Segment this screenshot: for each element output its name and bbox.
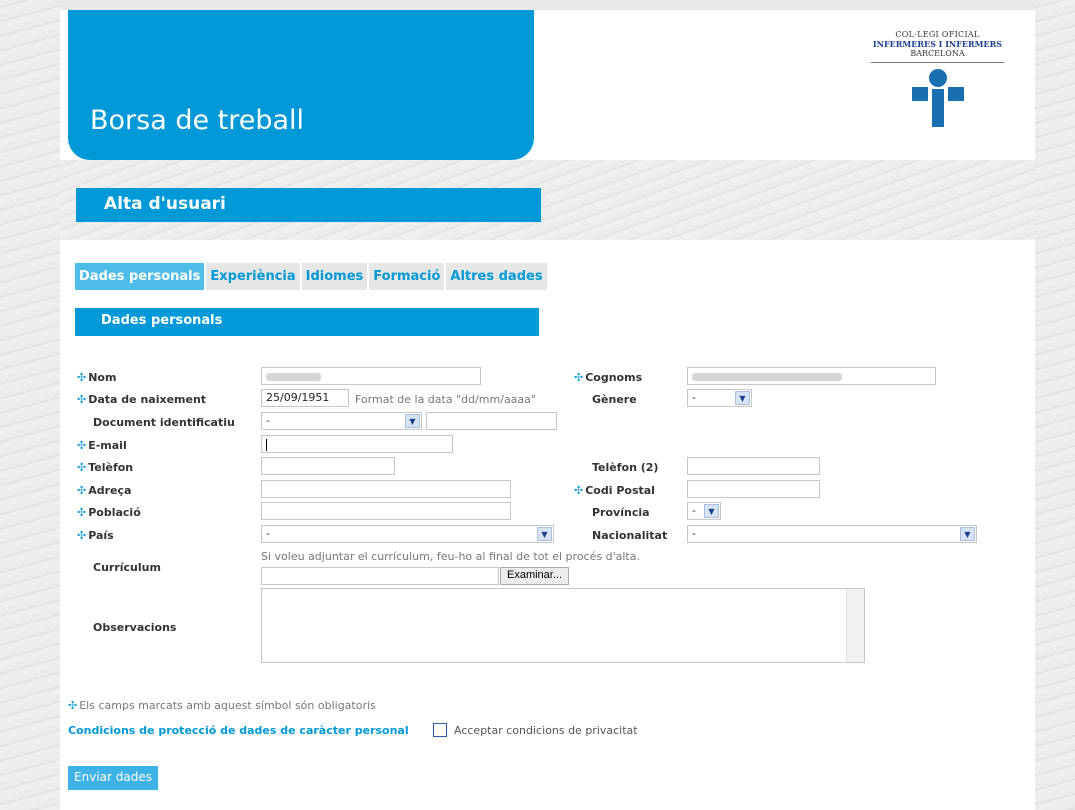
tab-dades-personals[interactable]: Dades personals xyxy=(75,263,205,290)
genere-select[interactable]: - ▼ xyxy=(687,389,752,407)
tab-altres-dades[interactable]: Altres dades xyxy=(446,263,547,290)
observacions-textarea[interactable] xyxy=(261,588,865,663)
tab-experiencia[interactable]: Experiència xyxy=(206,263,300,290)
required-marker-icon: ✣ xyxy=(77,393,87,406)
codi-postal-label: ✣ Codi Postal xyxy=(574,484,655,497)
logo-line1: COL·LEGI OFICIAL xyxy=(895,30,980,39)
chevron-down-icon: ▼ xyxy=(704,504,719,518)
cognoms-label: ✣ Cognoms xyxy=(574,371,643,384)
poblacio-label: ✣ Població xyxy=(77,506,141,519)
cognoms-input[interactable] xyxy=(687,367,936,385)
required-marker-icon: ✣ xyxy=(574,484,584,497)
tab-bar: Dades personals Experiència Idiomes Form… xyxy=(75,263,547,290)
section-title: Dades personals xyxy=(75,308,539,336)
telefon2-label: Telèfon (2) xyxy=(592,461,659,474)
email-field[interactable] xyxy=(261,435,453,453)
background-right xyxy=(1035,0,1075,810)
required-marker-icon: ✣ xyxy=(77,461,87,474)
required-marker-icon: ✣ xyxy=(68,699,78,712)
curriculum-label: Currículum xyxy=(93,561,161,574)
genere-label: Gènere xyxy=(592,393,637,406)
browse-button[interactable]: Examinar... xyxy=(500,567,570,585)
chevron-down-icon: ▼ xyxy=(405,414,420,428)
data-naixement-label: ✣ Data de naixement xyxy=(77,393,207,406)
chevron-down-icon: ▼ xyxy=(735,391,750,405)
telefon2-input[interactable] xyxy=(687,457,820,475)
banner: Borsa de treball xyxy=(68,10,534,160)
required-marker-icon: ✣ xyxy=(77,529,87,542)
logo-rule xyxy=(871,62,1004,63)
telefon-input[interactable] xyxy=(261,457,395,475)
pais-label: ✣ País xyxy=(77,529,114,542)
required-note: ✣ Els camps marcats amb aquest símbol són… xyxy=(68,699,376,712)
date-format-hint: Format de la data "dd/mm/aaaa" xyxy=(355,393,536,406)
logo-line2: INFERMERES I INFERMERS xyxy=(872,39,1003,49)
required-marker-icon: ✣ xyxy=(77,484,87,497)
tab-formacio[interactable]: Formació xyxy=(369,263,445,290)
nom-label: ✣ Nom xyxy=(77,371,117,384)
privacy-checkbox-label[interactable]: Acceptar condicions de privacitat xyxy=(454,724,638,737)
submit-button[interactable]: Enviar dades xyxy=(68,766,158,790)
adreca-label: ✣ Adreça xyxy=(77,484,132,497)
codi-postal-input[interactable] xyxy=(687,480,820,498)
chevron-down-icon: ▼ xyxy=(960,527,975,541)
document-number-input[interactable] xyxy=(426,412,557,430)
required-marker-icon: ✣ xyxy=(77,371,87,384)
page-title: Alta d'usuari xyxy=(76,188,541,222)
data-naixement-input[interactable]: 25/09/1951 xyxy=(261,389,349,407)
poblacio-input[interactable] xyxy=(261,502,511,520)
tab-idiomes[interactable]: Idiomes xyxy=(301,263,368,290)
required-marker-icon: ✣ xyxy=(574,371,584,384)
email-label: ✣ E-mail xyxy=(77,439,127,452)
nacionalitat-select[interactable]: - ▼ xyxy=(687,525,977,543)
logo-line3: BARCELONA xyxy=(910,49,965,58)
textarea-scrollbar[interactable] xyxy=(846,589,864,662)
provincia-select[interactable]: - ▼ xyxy=(687,502,721,520)
background-left xyxy=(0,0,60,810)
privacy-checkbox[interactable] xyxy=(433,723,447,737)
pais-select[interactable]: - ▼ xyxy=(261,525,554,543)
page: Borsa de treball COL·LEGI OFICIAL INFERM… xyxy=(60,10,1035,810)
provincia-label: Província xyxy=(592,506,650,519)
college-logo[interactable]: COL·LEGI OFICIAL INFERMERES I INFERMERS … xyxy=(865,30,1010,129)
observacions-label: Observacions xyxy=(93,621,177,634)
header: Borsa de treball COL·LEGI OFICIAL INFERM… xyxy=(60,10,1035,160)
document-type-select[interactable]: - ▼ xyxy=(261,412,422,430)
required-marker-icon: ✣ xyxy=(77,506,87,519)
required-marker-icon: ✣ xyxy=(77,439,87,452)
curriculum-hint: Si voleu adjuntar el currículum, feu-ho … xyxy=(261,550,640,563)
banner-title: Borsa de treball xyxy=(90,105,305,136)
adreca-input[interactable] xyxy=(261,480,511,498)
chevron-down-icon: ▼ xyxy=(537,527,552,541)
document-label: Document identificatiu xyxy=(93,416,235,429)
curriculum-file-input[interactable] xyxy=(261,567,499,585)
nacionalitat-label: Nacionalitat xyxy=(592,529,668,542)
telefon-label: ✣ Telèfon xyxy=(77,461,134,474)
cross-logo-icon xyxy=(908,69,968,129)
privacy-conditions-link[interactable]: Condicions de protecció de dades de carà… xyxy=(68,724,409,737)
nom-input[interactable] xyxy=(261,367,481,385)
